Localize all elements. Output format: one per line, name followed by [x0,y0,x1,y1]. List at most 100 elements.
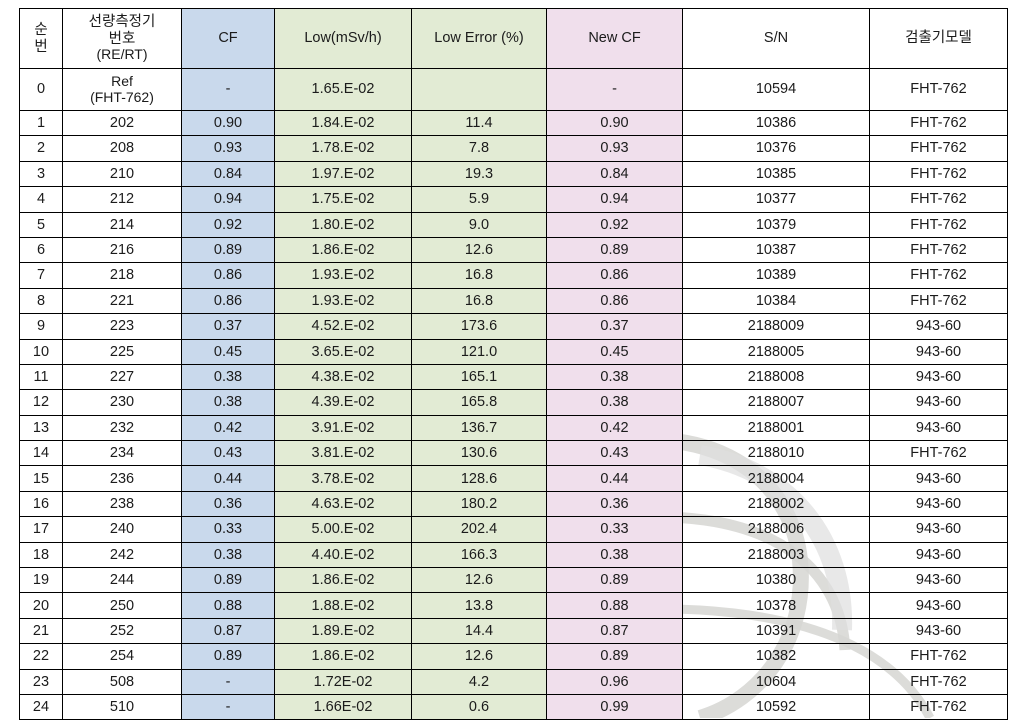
cell-serial: 2188007 [682,389,870,416]
table-row: 22 254 0.89 1.86.E-02 12.6 0.89 10382 FHT-762 [19,643,1008,670]
cell-new-cf: 0.38 [546,389,683,416]
cell-serial: 10376 [682,135,870,162]
cell-low-error: 16.8 [411,262,547,289]
cell-low-error: 130.6 [411,440,547,467]
cell-low: 4.38.E-02 [274,363,412,391]
cell-cf: 0.38 [181,363,275,391]
cell-index: 4 [19,186,63,213]
cell-cf: 0.86 [181,287,275,315]
cell-index: 9 [19,313,63,340]
cell-index: 7 [19,262,63,289]
cell-model: FHT-762 [869,287,1008,315]
cell-low: 1.80.E-02 [274,211,412,238]
cell-detector: 212 [62,186,182,213]
header-detector-line2: 번호 [108,30,136,47]
cell-serial: 2188004 [682,465,870,492]
cell-model: 943-60 [869,363,1008,391]
cell-cf: 0.93 [181,135,275,162]
cell-index: 10 [19,338,63,365]
cell-cf: 0.43 [181,440,275,467]
cell-cf: 0.94 [181,186,275,213]
cell-low: 1.93.E-02 [274,262,412,289]
cell-low-error: 180.2 [411,490,547,518]
cell-serial: 10377 [682,186,870,213]
column-header-new-cf: New CF [546,8,683,69]
table-row: 19 244 0.89 1.86.E-02 12.6 0.89 10380 943-60 [19,567,1008,594]
cell-new-cf: 0.86 [546,287,683,315]
table-row: 17 240 0.33 5.00.E-02 202.4 0.33 2188006 943-60 [19,516,1008,543]
cell-low: 1.84.E-02 [274,109,412,137]
cell-low: 1.86.E-02 [274,567,412,594]
cell-cf: 0.37 [181,313,275,340]
cell-low-error: 5.9 [411,186,547,213]
table-row: 24 510-1.66E-02 0.6 0.99 10592 FHT-762 [19,693,1008,720]
cell-detector: 223 [62,313,182,340]
cell-new-cf: 0.42 [546,414,683,442]
cell-new-cf: - [546,68,683,111]
cell-low: 1.65.E-02 [274,68,412,111]
cell-low-error: 128.6 [411,465,547,492]
cell-detector: 242 [62,541,182,569]
cell-model: 943-60 [869,541,1008,569]
cell-serial: 2188002 [682,490,870,518]
cell-cf: 0.84 [181,160,275,188]
cell-new-cf: 0.44 [546,465,683,492]
table-row: 12 230 0.38 4.39.E-02 165.8 0.38 2188007 943-60 [19,389,1008,416]
cell-serial: 10378 [682,592,870,619]
column-header-detector-number: 선량측정기 번호 (RE/RT) [62,8,182,69]
cell-low-error [411,68,547,111]
cell-low: 1.72E-02 [274,668,412,695]
cell-low: 1.88.E-02 [274,592,412,619]
cell-serial: 2188009 [682,313,870,340]
cell-index: 5 [19,211,63,238]
cell-serial: 10592 [682,693,870,720]
cell-index: 1 [19,109,63,137]
cell-cf: 0.90 [181,109,275,137]
header-detector-line3: (RE/RT) [96,45,148,62]
cell-serial: 10604 [682,668,870,695]
table-row: 16 238 0.36 4.63.E-02 180.2 0.36 2188002 943-60 [19,490,1008,518]
cell-serial: 10389 [682,262,870,289]
cell-serial: 2188008 [682,363,870,391]
cell-model: 943-60 [869,617,1008,645]
cell-low: 1.89.E-02 [274,617,412,645]
cell-detector: 232 [62,414,182,442]
cell-detector: 510 [62,693,182,720]
cell-detector: 225 [62,338,182,365]
cell-low: 4.63.E-02 [274,490,412,518]
cell-detector: 221 [62,287,182,315]
cell-detector: 218 [62,262,182,289]
cell-new-cf: 0.38 [546,541,683,569]
table-row: 3 210 0.84 1.97.E-02 19.3 0.84 10385 FHT-762 [19,160,1008,188]
column-header-model: 검출기모델 [869,8,1008,69]
cell-index: 18 [19,541,63,569]
cell-serial: 10594 [682,68,870,111]
cell-index: 8 [19,287,63,315]
cell-model: FHT-762 [869,135,1008,162]
cell-low-error: 12.6 [411,643,547,670]
cell-model: 943-60 [869,313,1008,340]
cell-serial: 10382 [682,643,870,670]
cell-low-error: 19.3 [411,160,547,188]
cell-new-cf: 0.84 [546,160,683,188]
cell-low-error: 202.4 [411,516,547,543]
cell-low-error: 9.0 [411,211,547,238]
cell-cf: - [181,693,275,720]
cell-new-cf: 0.43 [546,440,683,467]
cell-low: 3.81.E-02 [274,440,412,467]
cell-new-cf: 0.86 [546,262,683,289]
cell-model: 943-60 [869,516,1008,543]
cell-new-cf: 0.87 [546,617,683,645]
cell-low-error: 165.8 [411,389,547,416]
cell-index: 0 [19,68,63,111]
table-row: 23 508-1.72E-02 4.2 0.96 10604 FHT-762 [19,668,1008,695]
cell-serial: 10386 [682,109,870,137]
cell-new-cf: 0.93 [546,135,683,162]
cell-cf: 0.89 [181,643,275,670]
cell-detector: 252 [62,617,182,645]
cell-new-cf: 0.90 [546,109,683,137]
cell-low: 3.78.E-02 [274,465,412,492]
cell-index: 19 [19,567,63,594]
cell-detector: 508 [62,668,182,695]
cell-serial: 10384 [682,287,870,315]
